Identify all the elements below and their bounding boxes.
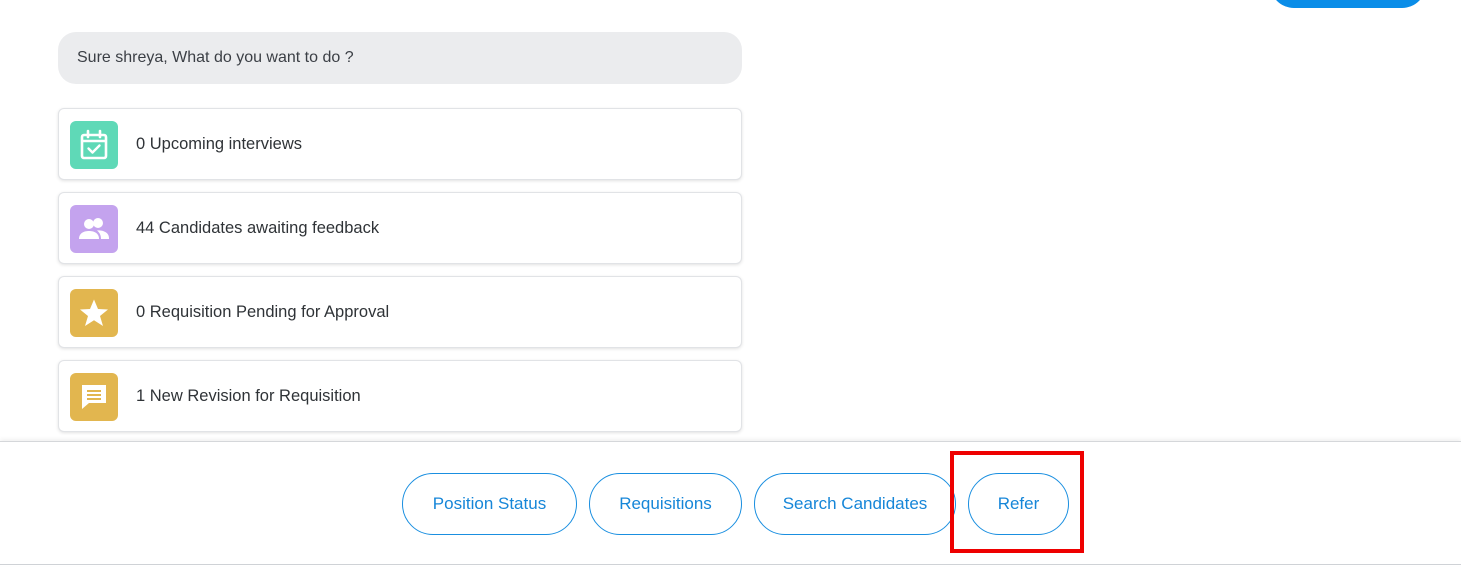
- user-message-bubble: [1270, 0, 1426, 8]
- chat-page: Sure shreya, What do you want to do ? 0 …: [0, 0, 1461, 572]
- refer-button[interactable]: Refer: [968, 473, 1069, 535]
- card-label: 0 Requisition Pending for Approval: [136, 303, 390, 321]
- calendar-check-icon: [70, 121, 118, 169]
- card-label: 0 Upcoming interviews: [136, 135, 302, 153]
- divider: [0, 564, 1461, 565]
- star-icon: [70, 289, 118, 337]
- people-icon: [70, 205, 118, 253]
- requisitions-button[interactable]: Requisitions: [589, 473, 742, 535]
- card-label: 1 New Revision for Requisition: [136, 387, 361, 405]
- message-icon: [70, 373, 118, 421]
- search-candidates-button[interactable]: Search Candidates: [754, 473, 956, 535]
- card-requisition-pending-approval[interactable]: 0 Requisition Pending for Approval: [58, 276, 742, 348]
- card-new-revision-requisition[interactable]: 1 New Revision for Requisition: [58, 360, 742, 432]
- card-candidates-awaiting-feedback[interactable]: 44 Candidates awaiting feedback: [58, 192, 742, 264]
- card-upcoming-interviews[interactable]: 0 Upcoming interviews: [58, 108, 742, 180]
- card-label: 44 Candidates awaiting feedback: [136, 219, 380, 237]
- bot-message-bubble: Sure shreya, What do you want to do ?: [58, 32, 742, 84]
- position-status-button[interactable]: Position Status: [402, 473, 577, 535]
